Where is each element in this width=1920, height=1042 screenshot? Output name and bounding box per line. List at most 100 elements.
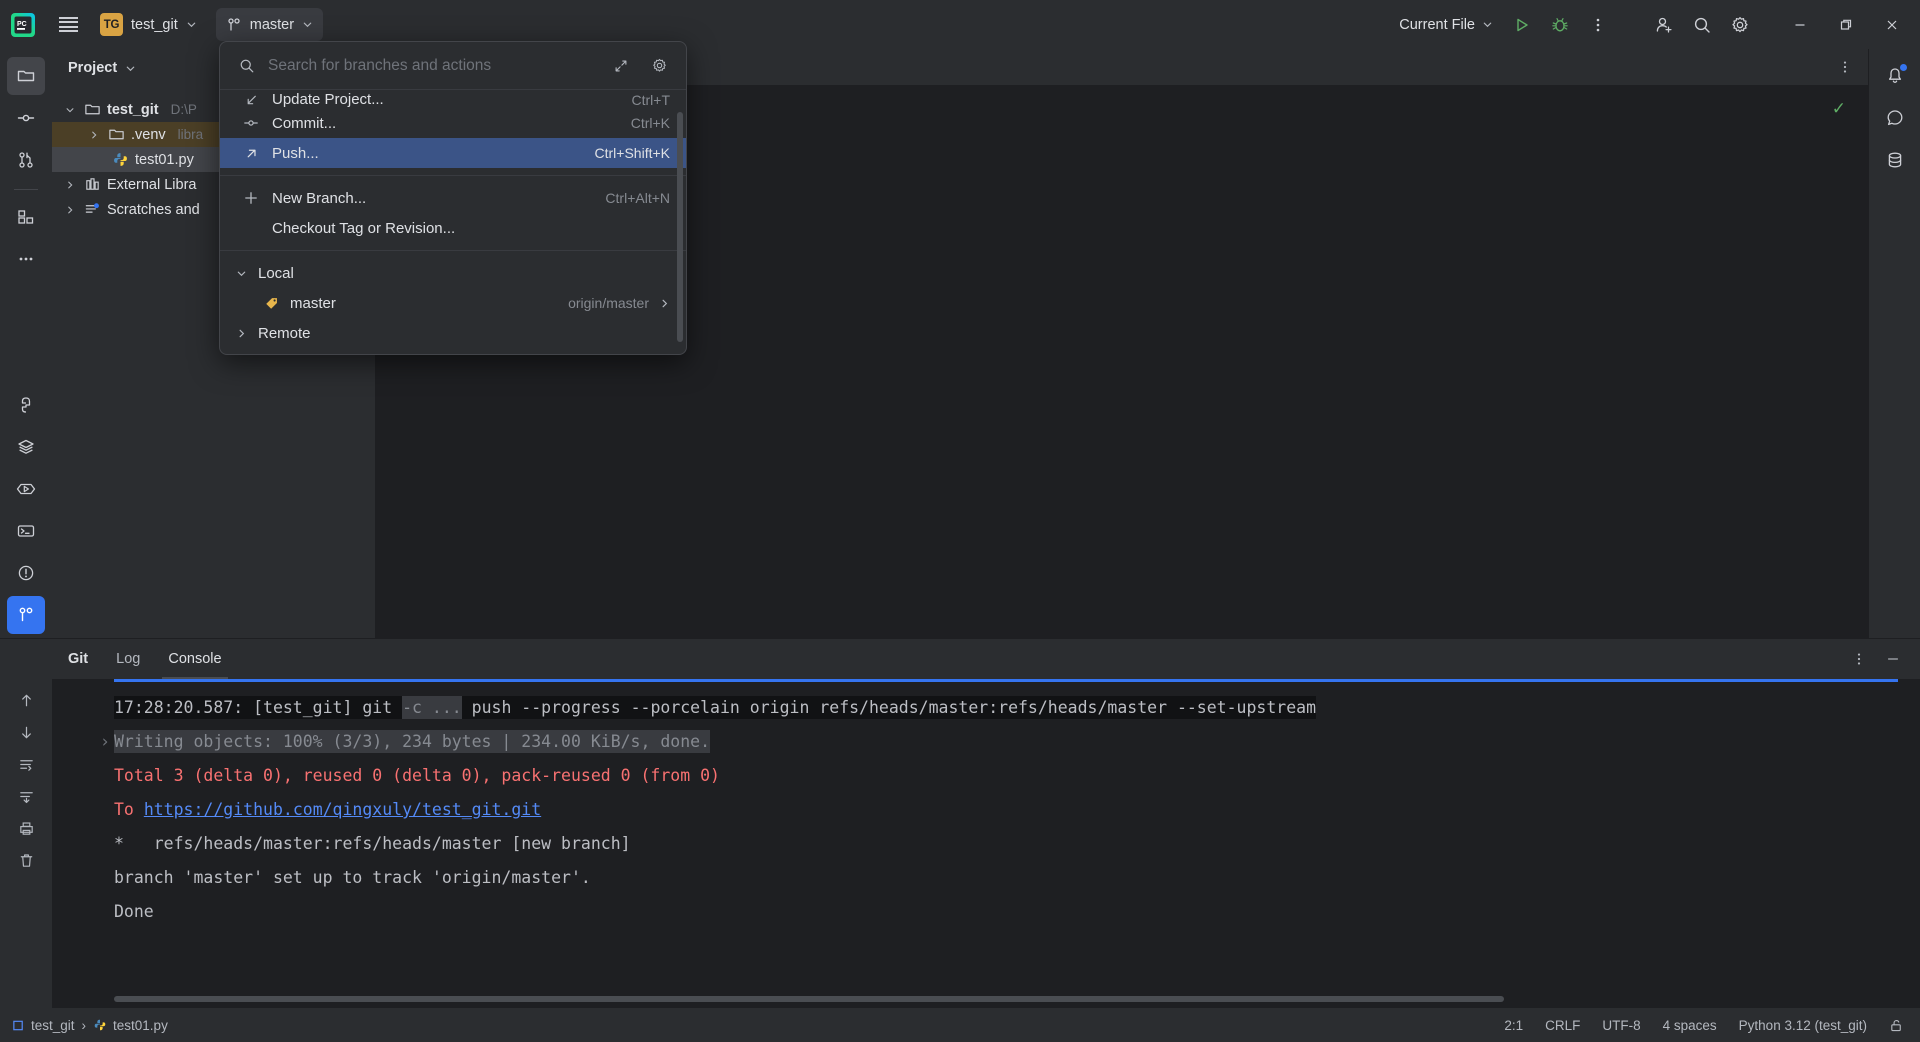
git-tool-window: Git Log Console 17:28:20.587: [test_git]… [0,638,1920,1008]
breadcrumb-item-file[interactable]: test01.py [93,1018,168,1033]
chevron-down-icon[interactable] [62,105,78,115]
git-branch-icon [228,17,240,31]
commit-icon [17,114,35,122]
debug-button[interactable] [1542,8,1578,41]
popup-action-update-project[interactable]: Update Project... Ctrl+T [220,90,686,108]
rail-item-more-tool-windows[interactable] [7,240,45,278]
popup-branch-tracking: origin/master [568,295,670,311]
console-horizontal-scrollbar[interactable] [114,996,1504,1002]
search-everywhere-button[interactable] [1684,8,1720,41]
add-account-icon [1656,17,1672,33]
scroll-up-icon[interactable] [11,685,41,715]
console-line-to: To https://github.com/qingxuly/test_git.… [52,793,1920,827]
rail-item-git[interactable] [7,596,45,634]
console-line-writing: › Writing objects: 100% (3/3), 234 bytes … [52,725,1920,759]
popup-action-shortcut: Ctrl+Alt+N [605,190,670,206]
rail-item-commit[interactable] [7,99,45,137]
bottom-tab-console[interactable]: Console [154,639,235,679]
bottom-tab-log[interactable]: Log [102,639,154,679]
add-account-button[interactable] [1646,8,1682,41]
branch-popup-search-row [220,42,686,90]
popup-action-checkout-tag[interactable]: Checkout Tag or Revision... [220,213,686,243]
rail-item-database[interactable] [1876,141,1914,179]
clear-all-icon[interactable] [11,845,41,875]
print-icon[interactable] [11,813,41,843]
window-maximize-button[interactable] [1824,6,1868,44]
python-file-icon [94,1019,106,1031]
console-line-refs: * refs/heads/master:refs/heads/master [n… [114,834,631,853]
chevron-down-icon[interactable] [125,63,136,74]
rail-item-pull-requests[interactable] [7,141,45,179]
popup-branch-master[interactable]: master origin/master [220,288,686,318]
console-remote-url-link[interactable]: https://github.com/qingxuly/test_git.git [144,800,541,819]
more-actions-button[interactable] [1580,8,1616,41]
git-tool-options-button[interactable] [1844,644,1874,674]
popup-branch-label: master [290,294,336,312]
status-interpreter[interactable]: Python 3.12 (test_git) [1739,1018,1867,1033]
soft-wrap-icon[interactable] [11,749,41,779]
git-console-output[interactable]: 17:28:20.587: [test_git] git -c ... push… [52,679,1920,1008]
more-vertical-icon [1596,18,1600,31]
chevron-right-icon[interactable] [62,205,78,215]
rail-item-project[interactable] [7,57,45,95]
update-project-icon [242,93,260,108]
close-icon [1887,20,1897,29]
chevron-right-icon[interactable] [232,328,250,339]
console-command-collapsed[interactable]: -c ... [402,696,462,719]
status-caret-position[interactable]: 2:1 [1504,1018,1523,1033]
gear-icon[interactable] [646,53,672,79]
rail-item-run[interactable] [7,470,45,508]
expand-popup-icon[interactable] [608,53,634,79]
window-minimize-button[interactable] [1778,6,1822,44]
status-indent[interactable]: 4 spaces [1663,1018,1717,1033]
popup-group-remote[interactable]: Remote [220,318,686,348]
unlocked-icon[interactable] [1889,1018,1904,1033]
chevron-right-icon[interactable] [62,180,78,190]
right-tool-rail [1868,49,1920,638]
rail-item-services[interactable] [7,428,45,466]
popup-action-commit[interactable]: Commit... Ctrl+K [220,108,686,138]
rail-item-structure[interactable] [7,198,45,236]
rail-item-problems[interactable] [7,554,45,592]
run-button[interactable] [1504,8,1540,41]
editor-options-button[interactable] [1832,54,1858,80]
branch-tag-icon [262,296,280,311]
chevron-down-icon[interactable] [232,268,250,279]
window-close-button[interactable] [1870,6,1914,44]
popup-action-push[interactable]: Push... Ctrl+Shift+K [220,138,686,168]
git-tool-hide-button[interactable] [1878,644,1908,674]
status-encoding[interactable]: UTF-8 [1602,1018,1640,1033]
python-packages-icon [21,397,31,413]
project-selector[interactable]: TG test_git [94,9,206,41]
settings-button[interactable] [1722,8,1758,41]
more-horizontal-icon [19,257,33,261]
scroll-to-end-icon[interactable] [11,781,41,811]
rail-item-python-packages[interactable] [7,386,45,424]
popup-action-new-branch[interactable]: New Branch... Ctrl+Alt+N [220,183,686,213]
status-line-separator[interactable]: CRLF [1545,1018,1580,1033]
chevron-right-icon[interactable] [659,298,670,309]
toolbar-right-group: Current File [1390,6,1914,44]
python-file-icon [114,153,127,166]
hamburger-menu-icon[interactable] [50,7,86,43]
tree-node-hint: libra [177,127,204,142]
popup-scrollbar[interactable] [677,112,683,342]
run-configuration-selector[interactable]: Current File [1390,9,1502,41]
rail-item-notifications[interactable] [1876,57,1914,95]
bottom-tab-git[interactable]: Git [58,639,102,679]
tree-node-label: External Libra [107,176,197,193]
breadcrumb: test_git › test01.py [12,1018,168,1033]
popup-group-local[interactable]: Local [220,258,686,288]
branch-search-input[interactable] [268,56,596,75]
chevron-right-icon[interactable] [86,130,102,140]
chevron-right-icon[interactable]: › [100,725,110,759]
inspections-ok-icon[interactable]: ✓ [1832,99,1846,119]
branch-selector[interactable]: master [215,8,324,41]
ide-window: PC TG test_git master Current File Proje… [0,0,1920,1042]
console-progress-bar [114,679,1898,682]
breadcrumb-item-module[interactable]: test_git [12,1018,75,1033]
scroll-down-icon[interactable] [11,717,41,747]
rail-item-ai-assistant[interactable] [1876,99,1914,137]
git-tool-window-header: Git Log Console [0,639,1920,679]
rail-item-terminal[interactable] [7,512,45,550]
